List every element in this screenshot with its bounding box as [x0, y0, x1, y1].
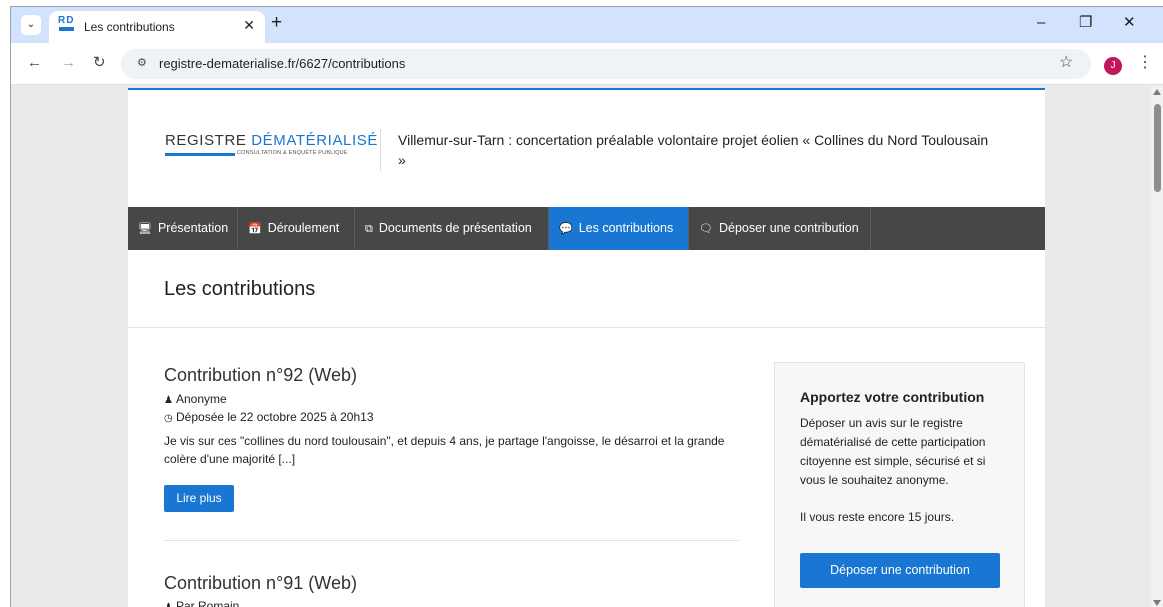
clock-icon: ◷ — [164, 413, 173, 424]
divider — [164, 540, 739, 541]
nav-deposer[interactable]: 🗨 Déposer une contribution — [689, 207, 871, 250]
page-viewport: REGISTRE DÉMATÉRIALISÉ CONSULTATION & EN… — [11, 86, 1163, 607]
scrollbar[interactable] — [1151, 86, 1163, 607]
consultation-title: Villemur-sur-Tarn : concertation préalab… — [398, 132, 989, 168]
browser-window: ⌄ RD Les contributions ✕ + – ❐ ✕ ← → ↻ ⚙… — [10, 6, 1163, 607]
page-container: REGISTRE DÉMATÉRIALISÉ CONSULTATION & EN… — [128, 88, 1045, 607]
header-divider — [380, 129, 381, 171]
divider — [128, 327, 1045, 328]
nav-deroulement[interactable]: 📅 Déroulement — [238, 207, 355, 250]
nav-documents[interactable]: ⧉ Documents de présentation — [355, 207, 549, 250]
site-settings-icon[interactable]: ⚙ — [137, 56, 147, 69]
minimize-icon[interactable]: – — [1037, 13, 1045, 33]
back-icon[interactable]: ← — [27, 53, 42, 73]
url-text[interactable]: registre-dematerialise.fr/6627/contribut… — [159, 56, 405, 71]
tab-close-icon[interactable]: ✕ — [243, 17, 255, 34]
contribute-title: Apportez votre contribution — [800, 389, 985, 405]
user-icon: ♟ — [164, 602, 176, 607]
main-nav: 🖥 Présentation 📅 Déroulement ⧉ Documents de… — [128, 207, 1045, 250]
menu-kebab-icon[interactable]: ⋮ — [1137, 53, 1153, 73]
browser-toolbar: ← → ↻ ⚙ registre-dematerialise.fr/6627/c… — [11, 43, 1163, 85]
favicon-icon: RD — [58, 15, 76, 34]
read-more-button[interactable]: Lire plus — [164, 485, 234, 512]
reload-icon[interactable]: ↻ — [93, 53, 106, 73]
contribution-author: ♟ Anonyme — [164, 392, 227, 406]
bookmark-star-icon[interactable]: ☆ — [1059, 53, 1073, 73]
new-tab-icon[interactable]: + — [271, 13, 282, 33]
profile-avatar[interactable]: J — [1104, 57, 1122, 75]
tab-strip: ⌄ RD Les contributions ✕ + – ❐ ✕ — [11, 7, 1163, 43]
page-title: Les contributions — [164, 278, 316, 300]
submit-contribution-button[interactable]: Déposer une contribution — [800, 553, 1000, 588]
tab-les-contributions[interactable]: RD Les contributions ✕ — [49, 11, 265, 43]
contribution-date: ◷ Déposée le 22 octobre 2025 à 20h13 — [164, 410, 374, 424]
comment-icon: 🗨 — [699, 223, 713, 235]
contribution-author: ♟Par Romain — [164, 599, 239, 607]
address-bar[interactable]: ⚙ registre-dematerialise.fr/6627/contrib… — [121, 49, 1091, 79]
nav-contributions[interactable]: 💬 Les contributions — [549, 207, 689, 250]
contribution-excerpt: Je vis sur ces "collines du nord toulous… — [164, 434, 725, 466]
contribute-text: Déposer un avis sur le registre dématéri… — [800, 416, 986, 487]
nav-presentation[interactable]: 🖥 Présentation — [128, 207, 238, 250]
scrollbar-thumb[interactable] — [1154, 104, 1161, 192]
close-window-icon[interactable]: ✕ — [1123, 13, 1136, 33]
site-logo[interactable]: REGISTRE DÉMATÉRIALISÉ CONSULTATION & EN… — [165, 132, 377, 172]
documents-icon: ⧉ — [365, 223, 373, 235]
comments-icon: 💬 — [559, 223, 573, 235]
contribution-title[interactable]: Contribution n°92 (Web) — [164, 365, 357, 386]
monitor-icon: 🖥 — [138, 223, 152, 235]
remaining-days: Il vous reste encore 15 jours. — [800, 510, 955, 524]
tab-search-icon[interactable]: ⌄ — [21, 15, 41, 35]
contribute-box: Apportez votre contribution Déposer un a… — [774, 362, 1025, 607]
logo-subtitle: CONSULTATION & ENQUÊTE PUBLIQUE — [237, 150, 348, 156]
calendar-icon: 📅 — [248, 223, 262, 235]
forward-icon[interactable]: → — [61, 53, 76, 73]
user-icon: ♟ — [164, 395, 173, 406]
scroll-up-icon[interactable] — [1153, 89, 1161, 95]
restore-icon[interactable]: ❐ — [1079, 13, 1092, 33]
tab-title: Les contributions — [84, 20, 175, 34]
contribution-title[interactable]: Contribution n°91 (Web) — [164, 573, 357, 594]
scroll-down-icon[interactable] — [1153, 600, 1161, 606]
